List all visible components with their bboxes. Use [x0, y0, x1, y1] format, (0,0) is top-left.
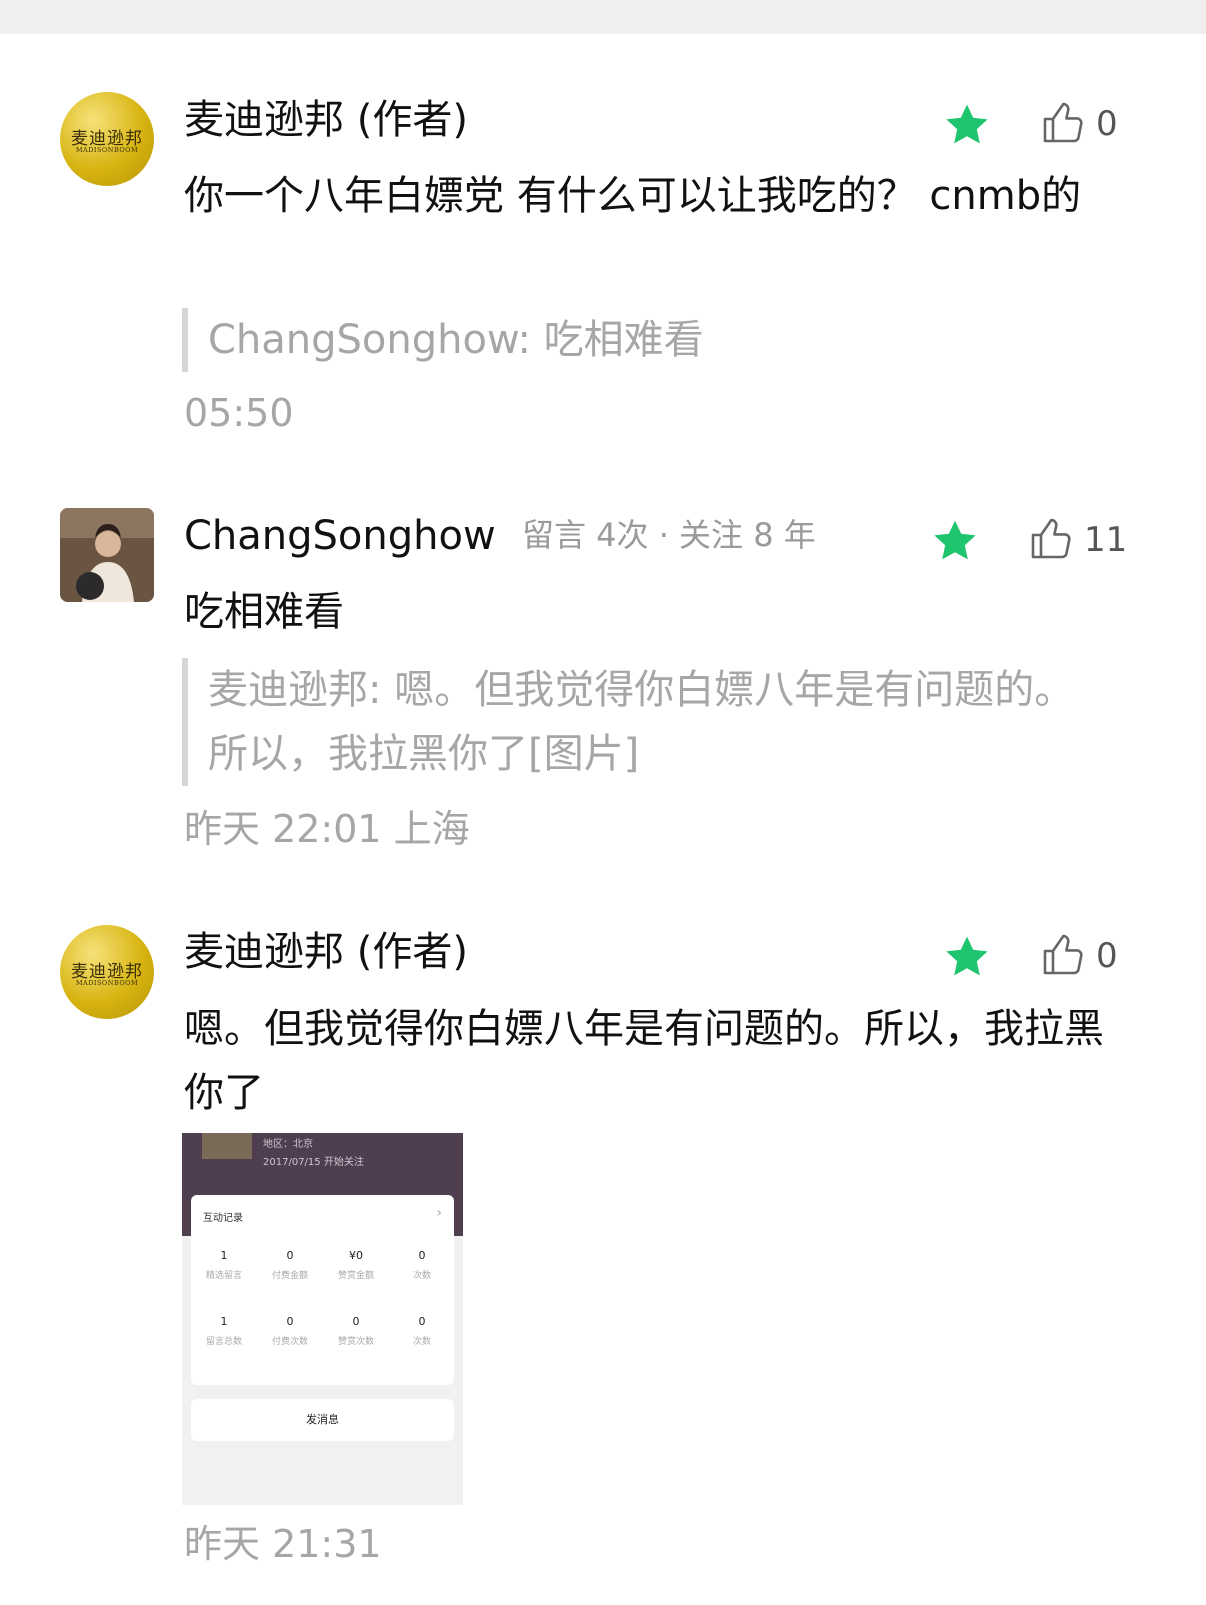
avatar[interactable]: 麦迪逊邦 MADISONBOOM: [60, 925, 154, 1019]
thumbs-up-icon[interactable]: [1040, 930, 1088, 978]
profile-thumbnail: [202, 1133, 252, 1159]
comment-meta: 留言 4次 · 关注 8 年: [522, 516, 816, 554]
stat-cell: 0 付费金额: [257, 1249, 323, 1281]
comment-text: 你一个八年白嫖党 有什么可以让我吃的？ cnmb的: [184, 173, 1082, 219]
stat-label: 赞赏次数: [337, 1337, 374, 1347]
stat-cell: 0 次数: [389, 1315, 455, 1347]
comment-text: 嗯。但我觉得你白嫖八年是有问题的。所以，我拉黑你了: [184, 1006, 1104, 1116]
comment-time: 昨天 22:01 上海: [184, 807, 470, 851]
stat-value: 0: [286, 1315, 294, 1328]
stat-value: 0: [418, 1315, 426, 1328]
stat-cell: ¥0 赞赏金额: [323, 1249, 389, 1281]
avatar-logo-sub: MADISONBOOM: [75, 979, 139, 987]
stat-cell: 1 精选留言: [191, 1249, 257, 1281]
star-icon[interactable]: [931, 517, 979, 565]
card-title: 互动记录: [203, 1213, 243, 1224]
follow-date-text: 2017/07/15 开始关注: [263, 1157, 364, 1168]
stat-label: 留言总数: [205, 1337, 242, 1347]
stat-label: 赞赏金额: [337, 1271, 374, 1281]
stat-label: 次数: [412, 1337, 431, 1347]
attached-image[interactable]: 地区：北京 2017/07/15 开始关注 互动记录 › 1 精选留言 0 付费…: [182, 1133, 463, 1505]
stat-label: 精选留言: [205, 1271, 242, 1281]
top-divider-bar: [0, 0, 1206, 34]
comment-text: 吃相难看: [184, 589, 344, 635]
like-count: 11: [1084, 520, 1128, 560]
thumbs-up-icon[interactable]: [1040, 98, 1088, 146]
star-icon[interactable]: [943, 101, 991, 149]
stat-cell: 0 赞赏次数: [323, 1315, 389, 1347]
comment-time: 昨天 21:31: [184, 1522, 382, 1566]
stat-cell: 1 留言总数: [191, 1315, 257, 1347]
avatar-logo-sub: MADISONBOOM: [75, 146, 139, 154]
stat-value: 1: [220, 1315, 228, 1328]
stat-value: ¥0: [349, 1249, 363, 1262]
stat-label: 付费金额: [271, 1271, 308, 1281]
thumbs-up-icon[interactable]: [1028, 514, 1076, 562]
stat-label: 付费次数: [271, 1337, 308, 1347]
stat-value: 0: [286, 1249, 294, 1262]
comment-author[interactable]: 麦迪逊邦 (作者): [184, 100, 468, 140]
stat-cell: 0 次数: [389, 1249, 455, 1281]
reply-quote[interactable]: ChangSonghow: 吃相难看: [182, 308, 704, 372]
star-icon[interactable]: [943, 933, 991, 981]
comment-author[interactable]: ChangSonghow: [184, 516, 496, 556]
stat-label: 次数: [412, 1271, 431, 1281]
stat-cell: 0 付费次数: [257, 1315, 323, 1347]
comment-author[interactable]: 麦迪逊邦 (作者): [184, 932, 468, 972]
chevron-right-icon: ›: [436, 1205, 442, 1221]
reply-quote[interactable]: 麦迪逊邦: 嗯。但我觉得你白嫖八年是有问题的。所以，我拉黑你了[图片]: [182, 658, 1078, 786]
interaction-record-card: 互动记录 › 1 精选留言 0 付费金额 ¥0 赞赏金额 0 次数 1 留言总数: [191, 1195, 454, 1385]
stat-value: 0: [418, 1249, 426, 1262]
avatar[interactable]: 麦迪逊邦 MADISONBOOM: [60, 92, 154, 186]
like-count: 0: [1096, 936, 1118, 976]
like-count: 0: [1096, 104, 1118, 144]
avatar-photo: [60, 508, 154, 602]
stat-value: 1: [220, 1249, 228, 1262]
comment-time: 05:50: [184, 391, 294, 435]
avatar[interactable]: [60, 508, 154, 602]
send-message-button: 发消息: [191, 1399, 454, 1441]
region-text: 地区：北京: [263, 1139, 313, 1150]
stat-value: 0: [352, 1315, 360, 1328]
